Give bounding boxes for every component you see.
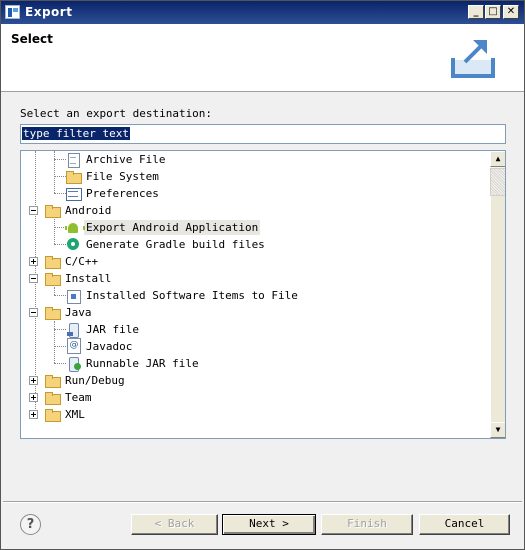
back-button[interactable]: < Back [131, 514, 218, 535]
archive-file-icon [65, 152, 81, 168]
tree-item-file-system[interactable]: File System [65, 168, 161, 185]
collapse-toggle-android[interactable] [29, 206, 38, 215]
folder-icon [44, 203, 61, 218]
expand-toggle-team[interactable] [29, 393, 38, 402]
preferences-icon [65, 186, 82, 201]
tree-item-team[interactable]: Team [44, 389, 94, 406]
export-banner-icon [451, 40, 495, 78]
tree-item-label: C/C++ [65, 255, 99, 268]
tree-item-label: Installed Software Items to File [86, 289, 298, 302]
expand-toggle-run-debug[interactable] [29, 376, 38, 385]
tree-item-label: Android [65, 204, 112, 217]
tree-item-cpp[interactable]: C/C++ [44, 253, 100, 270]
folder-icon [44, 254, 61, 269]
scroll-thumb[interactable] [490, 168, 505, 196]
tree-item-label: Generate Gradle build files [86, 238, 265, 251]
next-button[interactable]: Next > [222, 514, 316, 535]
tree-item-label: JAR file [86, 323, 139, 336]
tree-connector [54, 321, 55, 363]
tree-item-label: Runnable JAR file [86, 357, 199, 370]
maximize-button[interactable]: □ [485, 5, 501, 19]
scroll-track[interactable] [490, 196, 505, 422]
tree-item-label: Export Android Application [84, 220, 261, 235]
eclipse-app-icon [5, 5, 20, 19]
tree-item-label: Preferences [86, 187, 159, 200]
tree-item-label: Java [65, 306, 92, 319]
finish-button[interactable]: Finish [321, 514, 413, 535]
jar-icon [65, 322, 81, 338]
gradle-icon [65, 237, 81, 252]
tree-item-run-debug[interactable]: Run/Debug [44, 372, 127, 389]
tree-item-android[interactable]: Android [44, 202, 113, 219]
destination-tree[interactable]: Archive File File System Preferences And… [20, 150, 506, 439]
expand-toggle-cpp[interactable] [29, 257, 38, 266]
tree-item-label: File System [86, 170, 159, 183]
minimize-button[interactable]: _ [468, 5, 484, 19]
tree-item-preferences[interactable]: Preferences [65, 185, 161, 202]
tree-item-label: Archive File [86, 153, 166, 166]
tree-item-runnable-jar[interactable]: Runnable JAR file [65, 355, 201, 372]
folder-icon [44, 407, 61, 422]
expand-toggle-xml[interactable] [29, 410, 38, 419]
tree-item-install[interactable]: Install [44, 270, 113, 287]
close-button[interactable]: ✕ [503, 5, 519, 19]
tree-connector [54, 219, 55, 244]
tree-item-xml[interactable]: XML [44, 406, 87, 423]
instruction-label: Select an export destination: [20, 107, 213, 120]
tree-item-label: Team [65, 391, 92, 404]
window-title: Export [25, 5, 73, 19]
tree-item-installed-software[interactable]: Installed Software Items to File [65, 287, 300, 304]
collapse-toggle-install[interactable] [29, 274, 38, 283]
tree-item-javadoc[interactable]: Javadoc [65, 338, 134, 355]
folder-icon [44, 271, 61, 286]
filter-text: type filter text [22, 127, 130, 140]
scroll-up-button[interactable]: ▲ [490, 151, 505, 167]
install-icon [65, 288, 81, 304]
folder-icon [44, 373, 61, 388]
tree-item-archive-file[interactable]: Archive File [65, 151, 167, 168]
tree-item-label: Install [65, 272, 112, 285]
help-icon[interactable]: ? [20, 514, 41, 535]
tree-item-label: XML [65, 408, 85, 421]
footer-separator [3, 501, 522, 503]
tree-connector [54, 287, 55, 295]
wizard-header: Select [1, 24, 524, 92]
tree-connector [54, 151, 55, 193]
folder-icon [65, 169, 82, 184]
tree-content: Archive File File System Preferences And… [21, 151, 489, 438]
runnable-jar-icon [65, 356, 81, 372]
filter-input[interactable]: type filter text [20, 124, 506, 144]
tree-item-generate-gradle[interactable]: Generate Gradle build files [65, 236, 267, 253]
android-icon [65, 220, 85, 235]
tree-item-export-android-application[interactable]: Export Android Application [65, 219, 261, 236]
folder-icon [44, 305, 61, 320]
page-title: Select [11, 32, 53, 46]
javadoc-icon [65, 338, 81, 354]
title-bar[interactable]: Export _ □ ✕ [1, 1, 524, 24]
tree-item-label: Run/Debug [65, 374, 125, 387]
collapse-toggle-java[interactable] [29, 308, 38, 317]
tree-item-label: Javadoc [86, 340, 133, 353]
export-dialog: Export _ □ ✕ Select Select an export des… [0, 0, 525, 550]
tree-item-jar-file[interactable]: JAR file [65, 321, 141, 338]
cancel-button[interactable]: Cancel [419, 514, 510, 535]
tree-scrollbar[interactable]: ▲ ▼ [490, 151, 505, 438]
scroll-down-button[interactable]: ▼ [490, 422, 505, 438]
folder-icon [44, 390, 61, 405]
tree-item-java[interactable]: Java [44, 304, 94, 321]
